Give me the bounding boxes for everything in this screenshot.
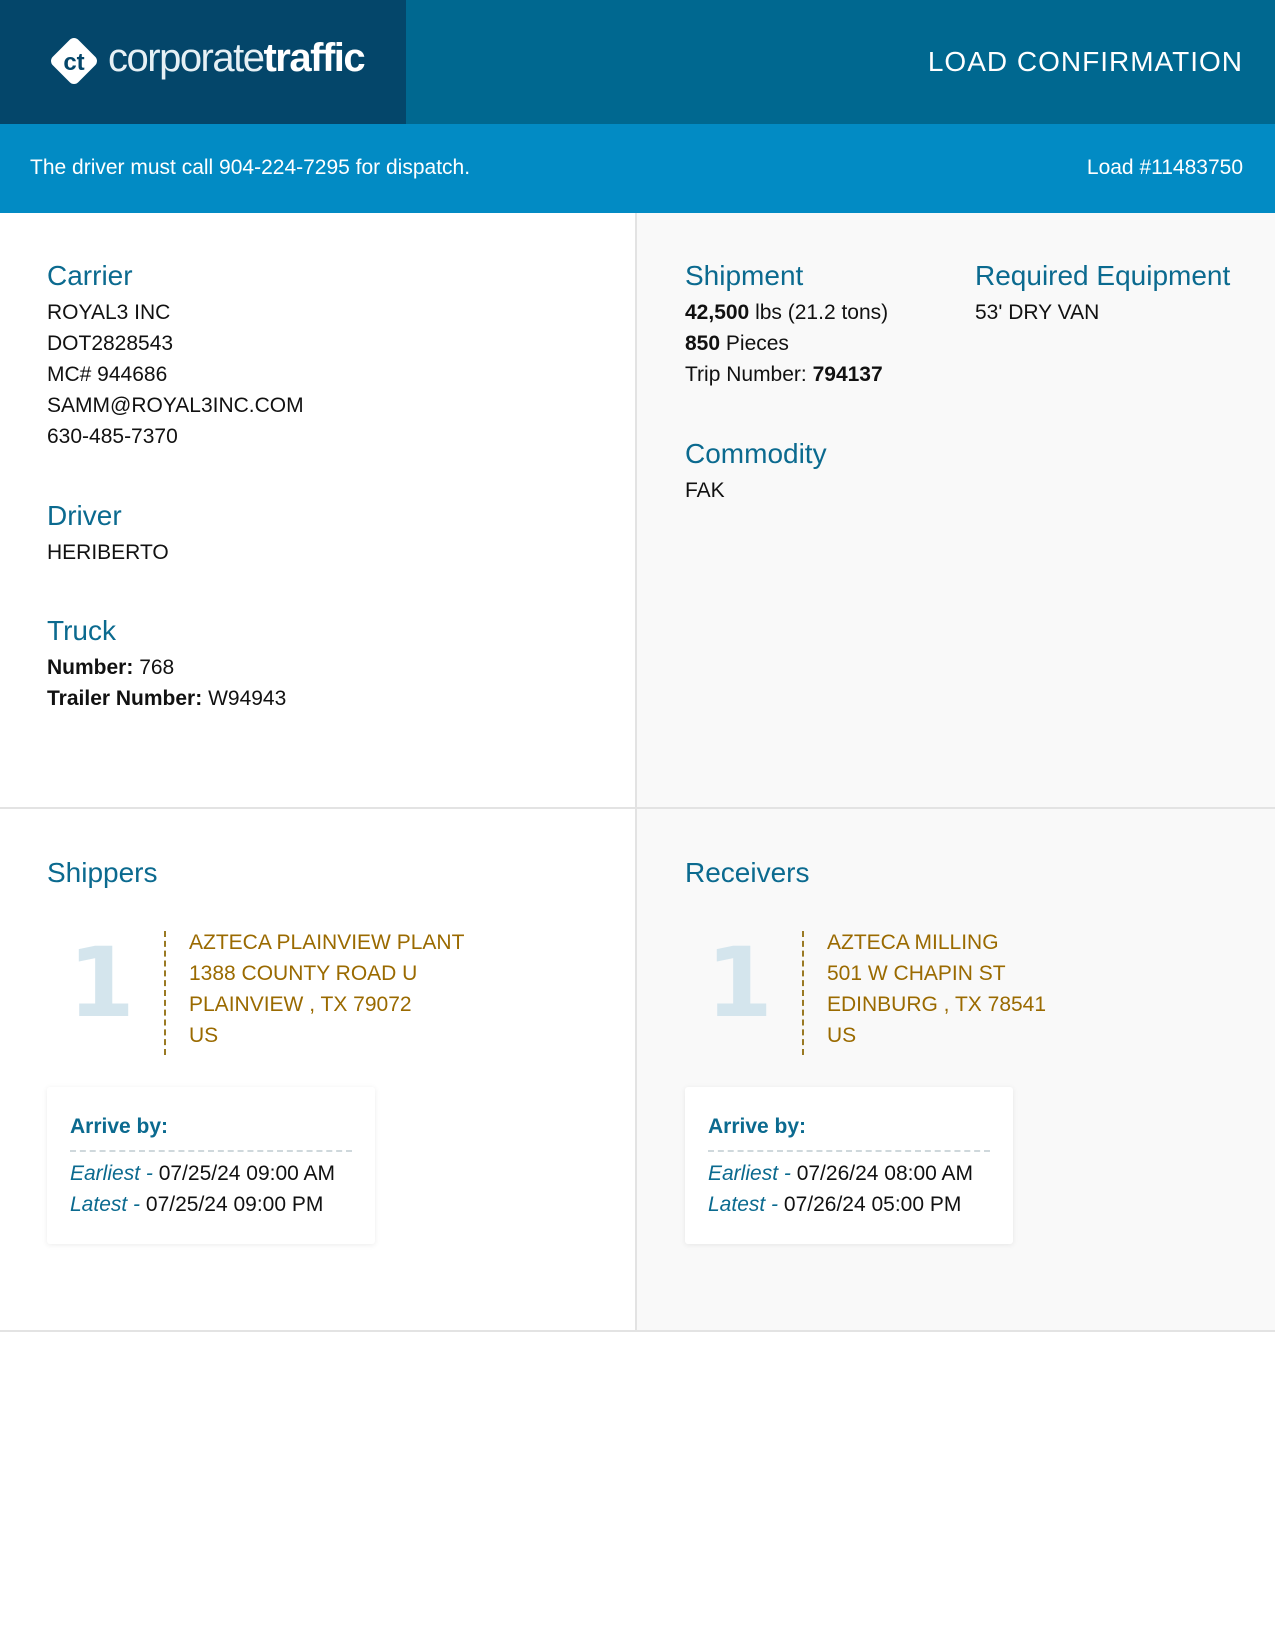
carrier-heading: Carrier [47,260,133,291]
carrier-dot: DOT2828543 [47,332,174,355]
shipper-address-street: 1388 COUNTY ROAD U [189,962,418,985]
receiver-address: AZTECA MILLING 501 W CHAPIN ST EDINBURG … [827,927,1046,1051]
shipper-card-divider [70,1150,352,1152]
brand-logo: ct corporatetraffic [0,0,406,124]
shipment-heading: Shipment [685,260,804,291]
svg-text:ct: ct [63,49,84,76]
truck-heading: Truck [47,615,116,646]
page-header: ct corporatetraffic LOAD CONFIRMATION [0,0,1275,124]
shipper-address: AZTECA PLAINVIEW PLANT 1388 COUNTY ROAD … [189,927,464,1051]
receivers-column: Receivers 1 AZTECA MILLING 501 W CHAPIN … [637,809,1275,1330]
shippers-column: Shippers 1 AZTECA PLAINVIEW PLANT 1388 C… [0,809,637,1330]
carrier-mc: MC# 944686 [47,363,168,386]
shipment-weight: 42,500 lbs (21.2 tons) [685,301,889,324]
stops-section: Shippers 1 AZTECA PLAINVIEW PLANT 1388 C… [0,809,1275,1332]
shipper-arrival-card: Arrive by: Earliest - 07/25/24 09:00 AM … [47,1087,375,1244]
carrier-column: Carrier ROYAL3 INC DOT2828543 MC# 944686… [0,213,637,807]
receiver-address-city: EDINBURG , TX 78541 [827,993,1047,1016]
commodity-heading: Commodity [685,438,827,469]
shipper-arrive-label: Arrive by: [70,1115,169,1138]
receiver-latest: Latest - 07/26/24 05:00 PM [708,1193,962,1216]
shipper-address-country: US [189,1024,219,1047]
truck-number: Number: 768 [47,656,175,679]
receiver-arrive-label: Arrive by: [708,1115,807,1138]
shipment-pieces: 850 Pieces [685,332,789,355]
receiver-arrival-card: Arrive by: Earliest - 07/26/24 08:00 AM … [685,1087,1013,1244]
shipper-stop-number: 1 [68,927,135,1039]
receiver-card-divider [708,1150,990,1152]
receivers-heading: Receivers [685,857,810,888]
receiver-divider [802,931,804,1055]
driver-name: HERIBERTO [47,541,169,564]
dispatch-instruction: The driver must call 904-224-7295 for di… [30,156,471,179]
trip-number: Trip Number: 794137 [685,363,883,386]
carrier-phone: 630-485-7370 [47,425,178,448]
equipment-heading: Required Equipment [975,260,1231,291]
receiver-address-country: US [827,1024,857,1047]
trailer-number: Trailer Number: W94943 [47,687,287,710]
shipper-address-name: AZTECA PLAINVIEW PLANT [189,931,465,954]
shipper-address-city: PLAINVIEW , TX 79072 [189,993,412,1016]
details-section: Carrier ROYAL3 INC DOT2828543 MC# 944686… [0,213,1275,809]
receiver-address-name: AZTECA MILLING [827,931,999,954]
carrier-email: SAMM@ROYAL3INC.COM [47,394,304,417]
shipment-column: Shipment 42,500 lbs (21.2 tons) 850 Piec… [637,213,1275,807]
commodity-value: FAK [685,479,725,502]
load-number: Load #11483750 [1086,156,1243,179]
shipper-latest: Latest - 07/25/24 09:00 PM [70,1193,324,1216]
receiver-stop-number: 1 [706,927,773,1039]
equipment-value: 53' DRY VAN [975,301,1100,324]
receiver-earliest: Earliest - 07/26/24 08:00 AM [708,1162,974,1185]
brand-wordmark: corporatetraffic [108,36,366,80]
carrier-name: ROYAL3 INC [47,301,171,324]
shipper-divider [164,931,166,1055]
shippers-heading: Shippers [47,857,158,888]
shipper-earliest: Earliest - 07/25/24 09:00 AM [70,1162,336,1185]
driver-heading: Driver [47,500,122,531]
dispatch-banner: The driver must call 904-224-7295 for di… [0,124,1275,213]
receiver-address-street: 501 W CHAPIN ST [827,962,1006,985]
document-title: LOAD CONFIRMATION [927,46,1243,77]
ct-logo-icon: ct [51,38,97,84]
